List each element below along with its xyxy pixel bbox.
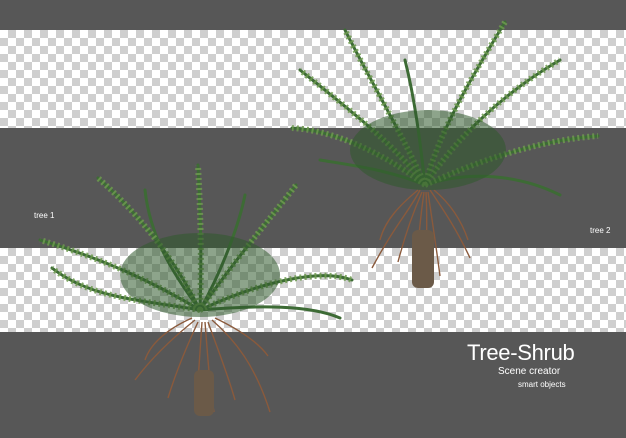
tree-1-label: tree 1 [34, 211, 55, 220]
tree-2-label: tree 2 [590, 226, 611, 235]
brand-title: Tree-Shrub [467, 340, 575, 365]
brand-subtitle: Scene creator [498, 366, 561, 377]
tree-1-trunk [194, 370, 214, 416]
brand-tagline: smart objects [518, 380, 566, 389]
